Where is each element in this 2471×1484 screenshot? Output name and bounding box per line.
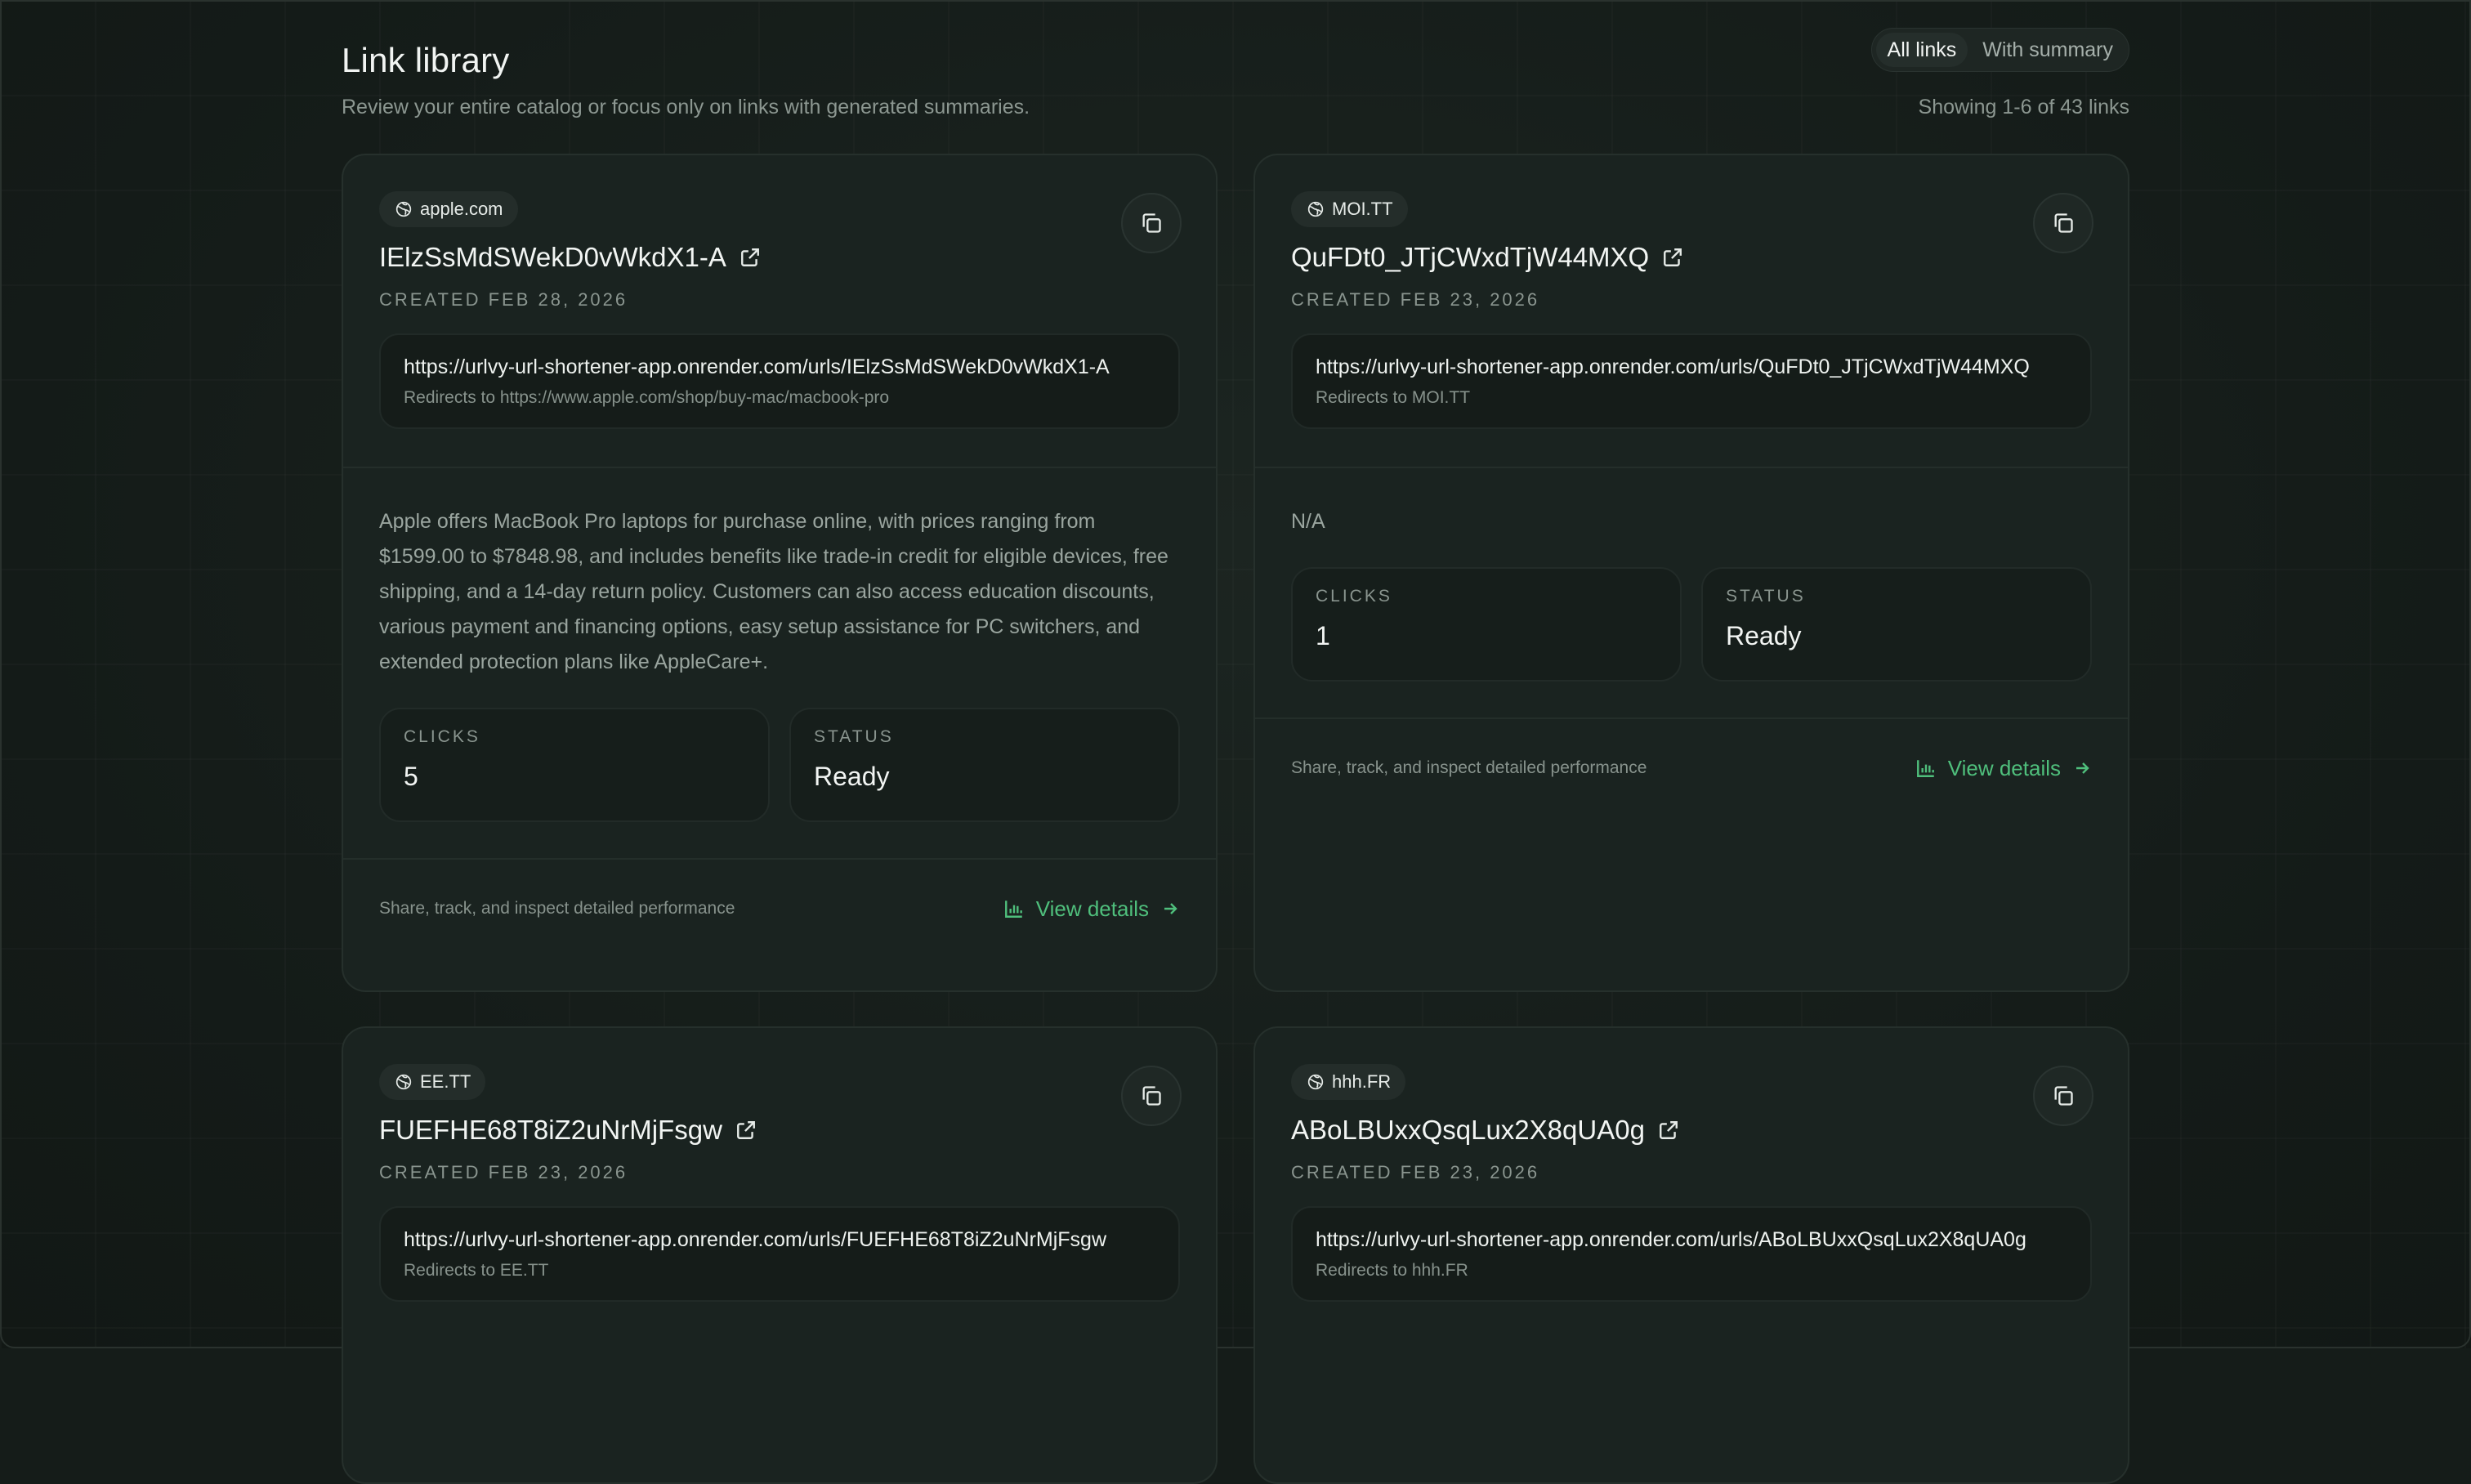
external-link-icon[interactable]: [1662, 247, 1683, 268]
pagination-summary: Showing 1-6 of 43 links: [1918, 96, 2129, 118]
footer-text: Share, track, and inspect detailed perfo…: [1291, 758, 1647, 777]
page-header: Link library Review your entire catalog …: [342, 0, 2129, 154]
stats-row: CLICKS 5 STATUS Ready: [379, 708, 1180, 822]
link-card: hhh.FR ABoLBUxxQsqLux2X8qUA0g CREATED FE…: [1253, 1026, 2129, 1484]
domain-badge: MOI.TT: [1291, 191, 1408, 227]
copy-icon: [1142, 213, 1161, 233]
redirect-target: Redirects to EE.TT: [404, 1261, 549, 1280]
link-summary: Apple offers MacBook Pro laptops for pur…: [379, 510, 1168, 673]
url-box: https://urlvy-url-shortener-app.onrender…: [379, 1206, 1180, 1302]
status-label: STATUS: [814, 727, 894, 746]
url-box: https://urlvy-url-shortener-app.onrender…: [379, 333, 1180, 429]
short-code[interactable]: FUEFHE68T8iZ2uNrMjFsgw: [379, 1115, 722, 1146]
view-details-link[interactable]: View details: [1915, 756, 2092, 781]
bar-chart-icon: [1004, 901, 1022, 918]
globe-icon: [395, 1074, 412, 1090]
view-details-label: View details: [1947, 755, 2061, 780]
clicks-label: CLICKS: [404, 727, 480, 746]
created-date: CREATED FEB 23, 2026: [1291, 1162, 1540, 1182]
clicks-label: CLICKS: [1316, 587, 1392, 606]
stats-row: CLICKS 1 STATUS Ready: [1291, 567, 2092, 682]
status-value: Ready: [1726, 621, 1802, 650]
short-code[interactable]: ABoLBUxxQsqLux2X8qUA0g: [1291, 1115, 1645, 1146]
copy-icon: [2054, 1086, 2073, 1106]
globe-icon: [1307, 1074, 1324, 1090]
status-stat: STATUS Ready: [1701, 567, 2092, 682]
external-link-icon[interactable]: [735, 1120, 757, 1141]
link-summary: N/A: [1291, 510, 1325, 533]
short-url[interactable]: https://urlvy-url-shortener-app.onrender…: [1316, 1226, 2067, 1254]
short-url[interactable]: https://urlvy-url-shortener-app.onrender…: [1316, 353, 2067, 382]
copy-button[interactable]: [1121, 193, 1182, 253]
created-date: CREATED FEB 28, 2026: [379, 289, 628, 310]
short-code[interactable]: QuFDt0_JTjCWxdTjW44MXQ: [1291, 242, 1649, 273]
domain-label: apple.com: [420, 199, 503, 219]
domain-label: MOI.TT: [1332, 199, 1393, 219]
domain-badge: apple.com: [379, 191, 518, 227]
created-date: CREATED FEB 23, 2026: [379, 1162, 628, 1182]
copy-icon: [2054, 213, 2073, 233]
filter-toggle: All links With summary: [1870, 28, 2129, 72]
link-card: MOI.TT QuFDt0_JTjCWxdTjW44MXQ CREATED FE…: [1253, 154, 2129, 992]
external-link-icon[interactable]: [1658, 1120, 1679, 1141]
status-stat: STATUS Ready: [789, 708, 1180, 822]
footer-text: Share, track, and inspect detailed perfo…: [379, 899, 735, 918]
redirect-target: Redirects to https://www.apple.com/shop/…: [404, 388, 890, 407]
link-card: apple.com IElzSsMdSWekD0vWkdX1-A CREATED…: [342, 154, 1218, 992]
created-date: CREATED FEB 23, 2026: [1291, 289, 1540, 310]
globe-icon: [1307, 201, 1324, 217]
page-title: Link library: [342, 41, 510, 79]
clicks-stat: CLICKS 1: [1291, 567, 1682, 682]
domain-badge: hhh.FR: [1291, 1064, 1406, 1100]
copy-button[interactable]: [2033, 1066, 2093, 1126]
status-label: STATUS: [1726, 587, 1806, 606]
status-value: Ready: [814, 762, 890, 791]
filter-with-summary-button[interactable]: With summary: [1971, 33, 2125, 67]
arrow-right-icon: [1164, 903, 1177, 914]
domain-badge: EE.TT: [379, 1064, 486, 1100]
bar-chart-icon: [1916, 760, 1934, 777]
link-card: EE.TT FUEFHE68T8iZ2uNrMjFsgw CREATED FEB…: [342, 1026, 1218, 1484]
link-library-page: Link library Review your entire catalog …: [342, 0, 2129, 1484]
view-details-label: View details: [1035, 896, 1149, 921]
copy-button[interactable]: [2033, 193, 2093, 253]
page-subtitle: Review your entire catalog or focus only…: [342, 96, 1030, 118]
clicks-value: 5: [404, 762, 418, 791]
short-code[interactable]: IElzSsMdSWekD0vWkdX1-A: [379, 242, 726, 273]
url-box: https://urlvy-url-shortener-app.onrender…: [1291, 1206, 2092, 1302]
redirect-target: Redirects to hhh.FR: [1316, 1261, 1468, 1280]
external-link-icon[interactable]: [740, 247, 761, 268]
short-url[interactable]: https://urlvy-url-shortener-app.onrender…: [404, 353, 1155, 382]
redirect-target: Redirects to MOI.TT: [1316, 388, 1471, 407]
card-footer: Share, track, and inspect detailed perfo…: [343, 858, 1216, 958]
short-url[interactable]: https://urlvy-url-shortener-app.onrender…: [404, 1226, 1155, 1254]
url-box: https://urlvy-url-shortener-app.onrender…: [1291, 333, 2092, 429]
copy-button[interactable]: [1121, 1066, 1182, 1126]
clicks-value: 1: [1316, 621, 1330, 650]
domain-label: hhh.FR: [1332, 1071, 1392, 1092]
domain-label: EE.TT: [420, 1071, 471, 1092]
filter-all-links-button[interactable]: All links: [1875, 33, 1968, 67]
copy-icon: [1142, 1086, 1161, 1106]
arrow-right-icon: [2076, 762, 2089, 774]
card-footer: Share, track, and inspect detailed perfo…: [1255, 717, 2128, 817]
clicks-stat: CLICKS 5: [379, 708, 770, 822]
view-details-link[interactable]: View details: [1003, 896, 1180, 922]
globe-icon: [395, 201, 412, 217]
